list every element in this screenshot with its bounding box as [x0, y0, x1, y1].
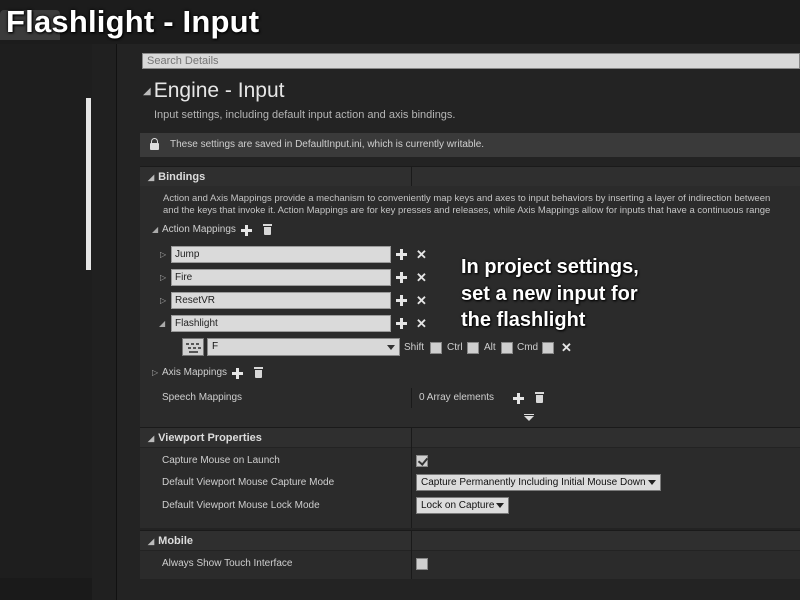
action-name-input-fire[interactable] — [171, 269, 391, 286]
collapse-arrow-icon: ◢ — [148, 173, 155, 182]
remove-key-x-icon[interactable]: ✕ — [561, 341, 572, 354]
bindings-description: Action and Axis Mappings provide a mecha… — [163, 193, 800, 217]
left-panel — [0, 44, 93, 578]
capture-mode-label: Default Viewport Mouse Capture Mode — [162, 477, 335, 488]
search-details-input[interactable] — [142, 53, 800, 69]
action-name-input-jump[interactable] — [171, 246, 391, 263]
lock-icon — [149, 138, 161, 150]
alt-checkbox[interactable] — [501, 342, 513, 354]
viewport-header[interactable]: ◢ Viewport Properties — [140, 427, 800, 447]
delete-all-trash-icon[interactable] — [254, 367, 263, 378]
bindings-header-label: Bindings — [158, 171, 206, 183]
add-axis-mapping-plus-icon[interactable] — [232, 368, 243, 379]
cmd-checkbox[interactable] — [542, 342, 554, 354]
bindings-description-line2: and the keys that invoke it. Action Mapp… — [163, 205, 771, 216]
add-action-mapping-plus-icon[interactable] — [241, 225, 252, 236]
ctrl-checkbox[interactable] — [467, 342, 479, 354]
bindings-description-line1: Action and Axis Mappings provide a mecha… — [163, 193, 771, 204]
touch-interface-label: Always Show Touch Interface — [162, 558, 293, 569]
section-description: Input settings, including default input … — [154, 109, 456, 121]
expand-arrow-icon[interactable]: ▷ — [160, 271, 166, 285]
column-divider — [411, 530, 412, 579]
capture-mouse-label: Capture Mouse on Launch — [162, 455, 280, 466]
collapse-arrow-icon: ◢ — [148, 434, 155, 443]
advanced-expand-arrow-icon[interactable] — [524, 416, 534, 421]
action-mappings-label: Action Mappings — [162, 224, 236, 235]
bindings-header[interactable]: ◢ Bindings — [140, 166, 800, 186]
lock-mode-dropdown[interactable]: Lock on Capture — [416, 497, 510, 514]
cmd-label: Cmd — [517, 342, 539, 353]
ctrl-label: Ctrl — [447, 342, 463, 353]
column-divider — [411, 388, 412, 408]
collapse-arrow-icon: ◢ — [148, 537, 155, 546]
config-notice: These settings are saved in DefaultInput… — [140, 133, 800, 157]
add-key-plus-icon[interactable] — [396, 272, 407, 283]
expand-arrow-icon[interactable]: ▷ — [152, 366, 158, 380]
lock-mode-value: Lock on Capture — [421, 500, 495, 511]
left-scrollbar[interactable] — [86, 98, 91, 270]
chevron-down-icon — [496, 503, 505, 508]
instruction-callout: In project settings, set a new input for… — [461, 256, 639, 331]
mobile-header-label: Mobile — [158, 535, 193, 547]
chevron-down-icon — [647, 480, 656, 485]
column-divider — [411, 427, 412, 528]
speech-mappings-label: Speech Mappings — [162, 392, 243, 403]
axis-mappings-label: Axis Mappings — [162, 367, 228, 378]
viewport-header-label: Viewport Properties — [158, 432, 262, 444]
remove-x-icon[interactable]: ✕ — [416, 294, 427, 307]
key-select-value: F — [212, 341, 219, 352]
overlay-title: Flashlight - Input — [6, 4, 260, 39]
add-key-plus-icon[interactable] — [396, 318, 407, 329]
action-name-input-resetvr[interactable] — [171, 292, 391, 309]
section-title: ◢ Engine - Input — [143, 79, 284, 103]
config-notice-text: These settings are saved in DefaultInput… — [170, 139, 485, 150]
remove-x-icon[interactable]: ✕ — [416, 271, 427, 284]
mobile-header[interactable]: ◢ Mobile — [140, 530, 800, 550]
remove-x-icon[interactable]: ✕ — [416, 317, 427, 330]
chevron-down-icon — [387, 345, 395, 350]
capture-mode-dropdown[interactable]: Capture Permanently Including Initial Mo… — [416, 474, 661, 491]
remove-x-icon[interactable]: ✕ — [416, 248, 427, 261]
keyboard-icon[interactable] — [182, 338, 204, 356]
left-bottom-bar — [0, 578, 92, 600]
add-speech-mapping-plus-icon[interactable] — [513, 393, 524, 404]
capture-mouse-checkbox[interactable] — [416, 455, 428, 467]
capture-mode-value: Capture Permanently Including Initial Mo… — [421, 477, 646, 488]
advanced-expand-line — [524, 414, 534, 415]
delete-all-trash-icon[interactable] — [263, 224, 272, 235]
section-title-text: Engine - Input — [153, 79, 285, 102]
shift-label: Shift — [404, 342, 425, 353]
collapse-arrow-icon[interactable]: ◢ — [159, 317, 165, 331]
collapse-arrow-icon[interactable]: ◢ — [143, 86, 151, 97]
expand-arrow-icon[interactable]: ◢ — [152, 223, 158, 237]
delete-all-trash-icon[interactable] — [535, 392, 544, 403]
action-name-input-flashlight[interactable] — [171, 315, 391, 332]
add-key-plus-icon[interactable] — [396, 295, 407, 306]
shift-checkbox[interactable] — [430, 342, 442, 354]
touch-interface-checkbox[interactable] — [416, 558, 428, 570]
add-key-plus-icon[interactable] — [396, 249, 407, 260]
lock-mode-label: Default Viewport Mouse Lock Mode — [162, 500, 320, 511]
column-divider — [411, 166, 412, 186]
key-select-dropdown[interactable]: F — [207, 338, 400, 356]
expand-arrow-icon[interactable]: ▷ — [160, 248, 166, 262]
expand-arrow-icon[interactable]: ▷ — [160, 294, 166, 308]
alt-label: Alt — [484, 342, 496, 353]
speech-mappings-value: 0 Array elements — [419, 392, 495, 403]
panel-splitter[interactable] — [92, 44, 117, 600]
